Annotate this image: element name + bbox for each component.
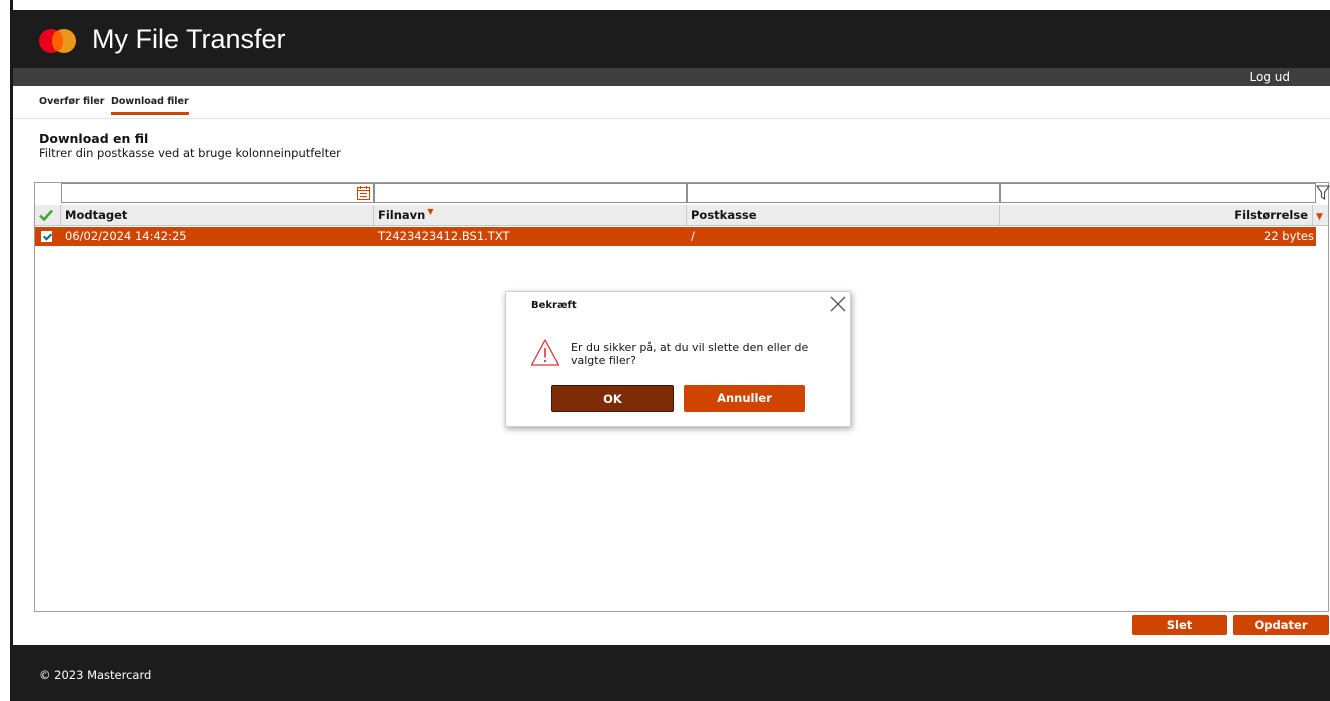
column-header-filesize[interactable]: Filstørrelse: [1000, 205, 1313, 226]
app-title: My File Transfer: [92, 24, 286, 54]
tab-bar: Overfør filer Download filer: [13, 86, 1330, 119]
cancel-button[interactable]: Annuller: [684, 385, 805, 412]
column-menu-button[interactable]: ▼: [1313, 205, 1328, 226]
app-header: My File Transfer: [13, 10, 1330, 68]
column-header-received[interactable]: Modtaget: [61, 205, 374, 226]
filter-funnel-icon[interactable]: [1316, 185, 1330, 201]
dialog-message: Er du sikker på, at du vil slette den el…: [571, 341, 809, 367]
close-icon[interactable]: [829, 295, 847, 313]
logout-link[interactable]: Log ud: [1250, 68, 1290, 86]
select-all-header[interactable]: [35, 205, 61, 226]
filter-received-input[interactable]: [61, 183, 374, 203]
chevron-down-icon[interactable]: ▼: [1316, 212, 1323, 222]
refresh-button[interactable]: Opdater: [1233, 615, 1329, 635]
column-header-filename[interactable]: Filnavn ▼: [374, 205, 687, 226]
filter-filename-input[interactable]: [374, 183, 687, 203]
checkbox-checked-icon[interactable]: [41, 231, 52, 242]
cell-received: 06/02/2024 14:42:25: [65, 229, 187, 243]
footer: © 2023 Mastercard: [13, 645, 1330, 701]
filter-row: [35, 183, 1330, 205]
cell-mailbox: /: [691, 229, 695, 243]
row-checkbox[interactable]: [35, 227, 61, 246]
sub-bar: Log ud: [13, 68, 1330, 86]
confirm-dialog: Bekræft Er du sikker på, at du vil slett…: [505, 291, 851, 427]
tab-upload-files[interactable]: Overfør filer: [39, 96, 104, 107]
tab-download-files[interactable]: Download filer: [111, 96, 189, 115]
section-subtitle: Filtrer din postkasse ved at bruge kolon…: [39, 146, 341, 160]
filter-mailbox-input[interactable]: [687, 183, 1000, 203]
mastercard-logo: [39, 29, 79, 53]
column-header-mailbox[interactable]: Postkasse: [687, 205, 1000, 226]
column-header-row: Modtaget Filnavn ▼ Postkasse Filstørrelse…: [35, 205, 1328, 226]
table-row[interactable]: 06/02/2024 14:42:25 T2423423412.BS1.TXT …: [35, 227, 1316, 246]
warning-icon: [530, 339, 560, 366]
copyright-text: © 2023 Mastercard: [39, 668, 152, 682]
ok-button[interactable]: OK: [551, 385, 674, 412]
dialog-title: Bekræft: [531, 300, 577, 311]
calendar-icon[interactable]: [357, 186, 370, 200]
sort-indicator: ▼: [427, 207, 434, 216]
delete-button[interactable]: Slet: [1132, 615, 1227, 635]
cell-filename: T2423423412.BS1.TXT: [378, 229, 510, 243]
check-all-icon[interactable]: [39, 209, 53, 222]
filter-filesize-input[interactable]: [1000, 183, 1316, 203]
page: My File Transfer Log ud Overfør filer Do…: [13, 0, 1330, 701]
cell-filesize: 22 bytes: [1264, 229, 1314, 243]
section-title: Download en fil: [39, 131, 149, 146]
window-edge: [0, 0, 13, 701]
